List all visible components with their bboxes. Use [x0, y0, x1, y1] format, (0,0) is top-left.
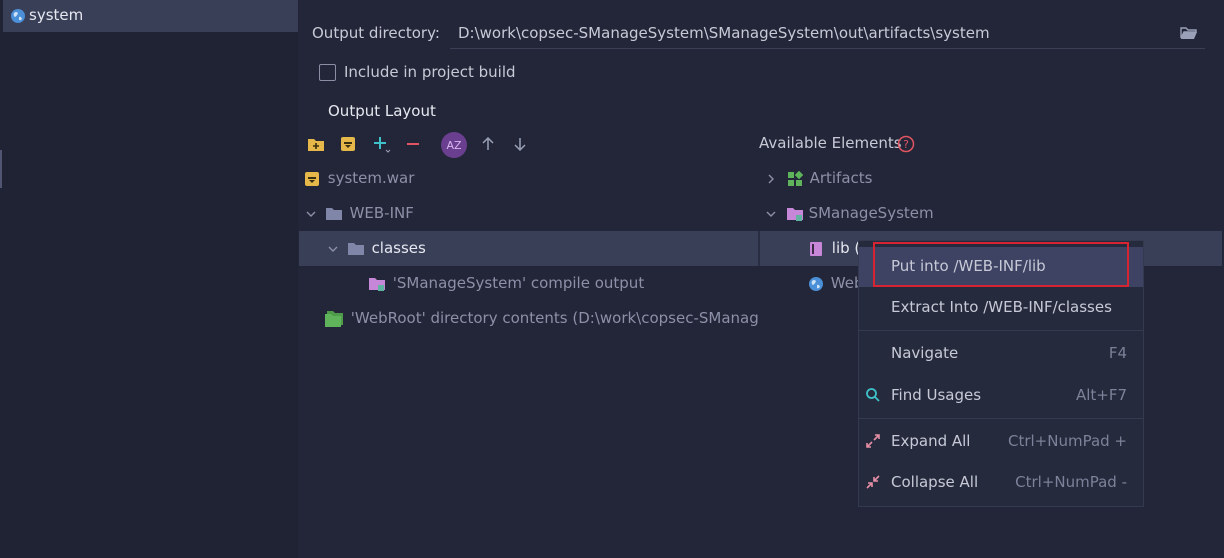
menu-item-collapse-all[interactable]: Collapse All Ctrl+NumPad -	[859, 464, 1143, 502]
archive-icon	[305, 171, 319, 186]
remove-icon[interactable]	[403, 134, 423, 154]
menu-item-extract-into-classes[interactable]: Extract Into /WEB-INF/classes	[859, 289, 1143, 327]
sidebar	[0, 0, 298, 558]
menu-item-expand-all[interactable]: Expand All Ctrl+NumPad +	[859, 423, 1143, 461]
library-icon	[810, 241, 822, 256]
menu-separator	[859, 330, 1143, 331]
sidebar-item-label: system	[29, 6, 84, 24]
web-folder-icon	[325, 310, 343, 327]
menu-item-find-usages[interactable]: Find Usages Alt+F7	[859, 377, 1143, 415]
menu-separator	[859, 418, 1143, 419]
folder-open-icon[interactable]	[1180, 25, 1198, 45]
tree-item-artifacts[interactable]: Artifacts	[764, 161, 872, 196]
add-icon[interactable]	[372, 134, 392, 154]
tree-item-webroot[interactable]: 'WebRoot' directory contents (D:\work\co…	[324, 301, 758, 336]
tree-item-web-inf[interactable]: WEB-INF	[304, 196, 414, 231]
available-elements-title: Available Elements	[759, 134, 902, 152]
pane-divider	[758, 231, 760, 266]
tree-item-system-war[interactable]: system.war	[304, 161, 414, 196]
svg-text:AZ: AZ	[446, 139, 462, 152]
sidebar-accent	[0, 150, 2, 188]
tree-item-smanagesystem[interactable]: SManageSystem	[764, 196, 934, 231]
include-build-checkbox[interactable]	[319, 64, 336, 81]
tree-item-lib[interactable]: lib (	[808, 231, 860, 266]
new-folder-icon[interactable]	[306, 134, 326, 154]
tree-item-classes[interactable]: classes	[326, 231, 426, 266]
arrow-down-icon[interactable]	[510, 134, 530, 154]
highlight-annotation-box	[873, 242, 1129, 287]
folder-icon	[325, 207, 342, 220]
include-build-label[interactable]: Include in project build	[344, 63, 516, 81]
artifacts-icon	[787, 170, 804, 186]
svg-text:?: ?	[903, 138, 909, 151]
menu-item-navigate[interactable]: Navigate F4	[859, 335, 1143, 373]
search-icon	[865, 387, 883, 405]
arrow-up-icon[interactable]	[478, 134, 498, 154]
chevron-down-icon[interactable]	[764, 207, 778, 221]
module-folder-icon	[786, 207, 803, 221]
chevron-down-icon[interactable]	[304, 207, 318, 221]
sidebar-item-system[interactable]: system	[3, 0, 298, 32]
tree-item-web[interactable]: Web	[808, 266, 863, 301]
folder-icon	[347, 242, 364, 255]
chevron-right-icon[interactable]	[764, 172, 778, 186]
collapse-icon	[865, 474, 883, 492]
output-layout-title: Output Layout	[328, 102, 436, 120]
tree-item-compile-output[interactable]: 'SManageSystem' compile output	[368, 266, 644, 301]
help-icon[interactable]: ?	[897, 135, 915, 157]
globe-icon	[10, 8, 26, 28]
expand-icon	[865, 433, 883, 451]
output-directory-label: Output directory:	[312, 24, 440, 42]
chevron-down-icon[interactable]	[326, 242, 340, 256]
globe-icon	[809, 276, 823, 291]
module-folder-icon	[369, 277, 385, 291]
archive-icon[interactable]	[338, 134, 358, 154]
output-directory-value[interactable]: D:\work\copsec-SManageSystem\SManageSyst…	[458, 24, 990, 42]
sort-az-icon[interactable]: AZ	[440, 131, 468, 159]
